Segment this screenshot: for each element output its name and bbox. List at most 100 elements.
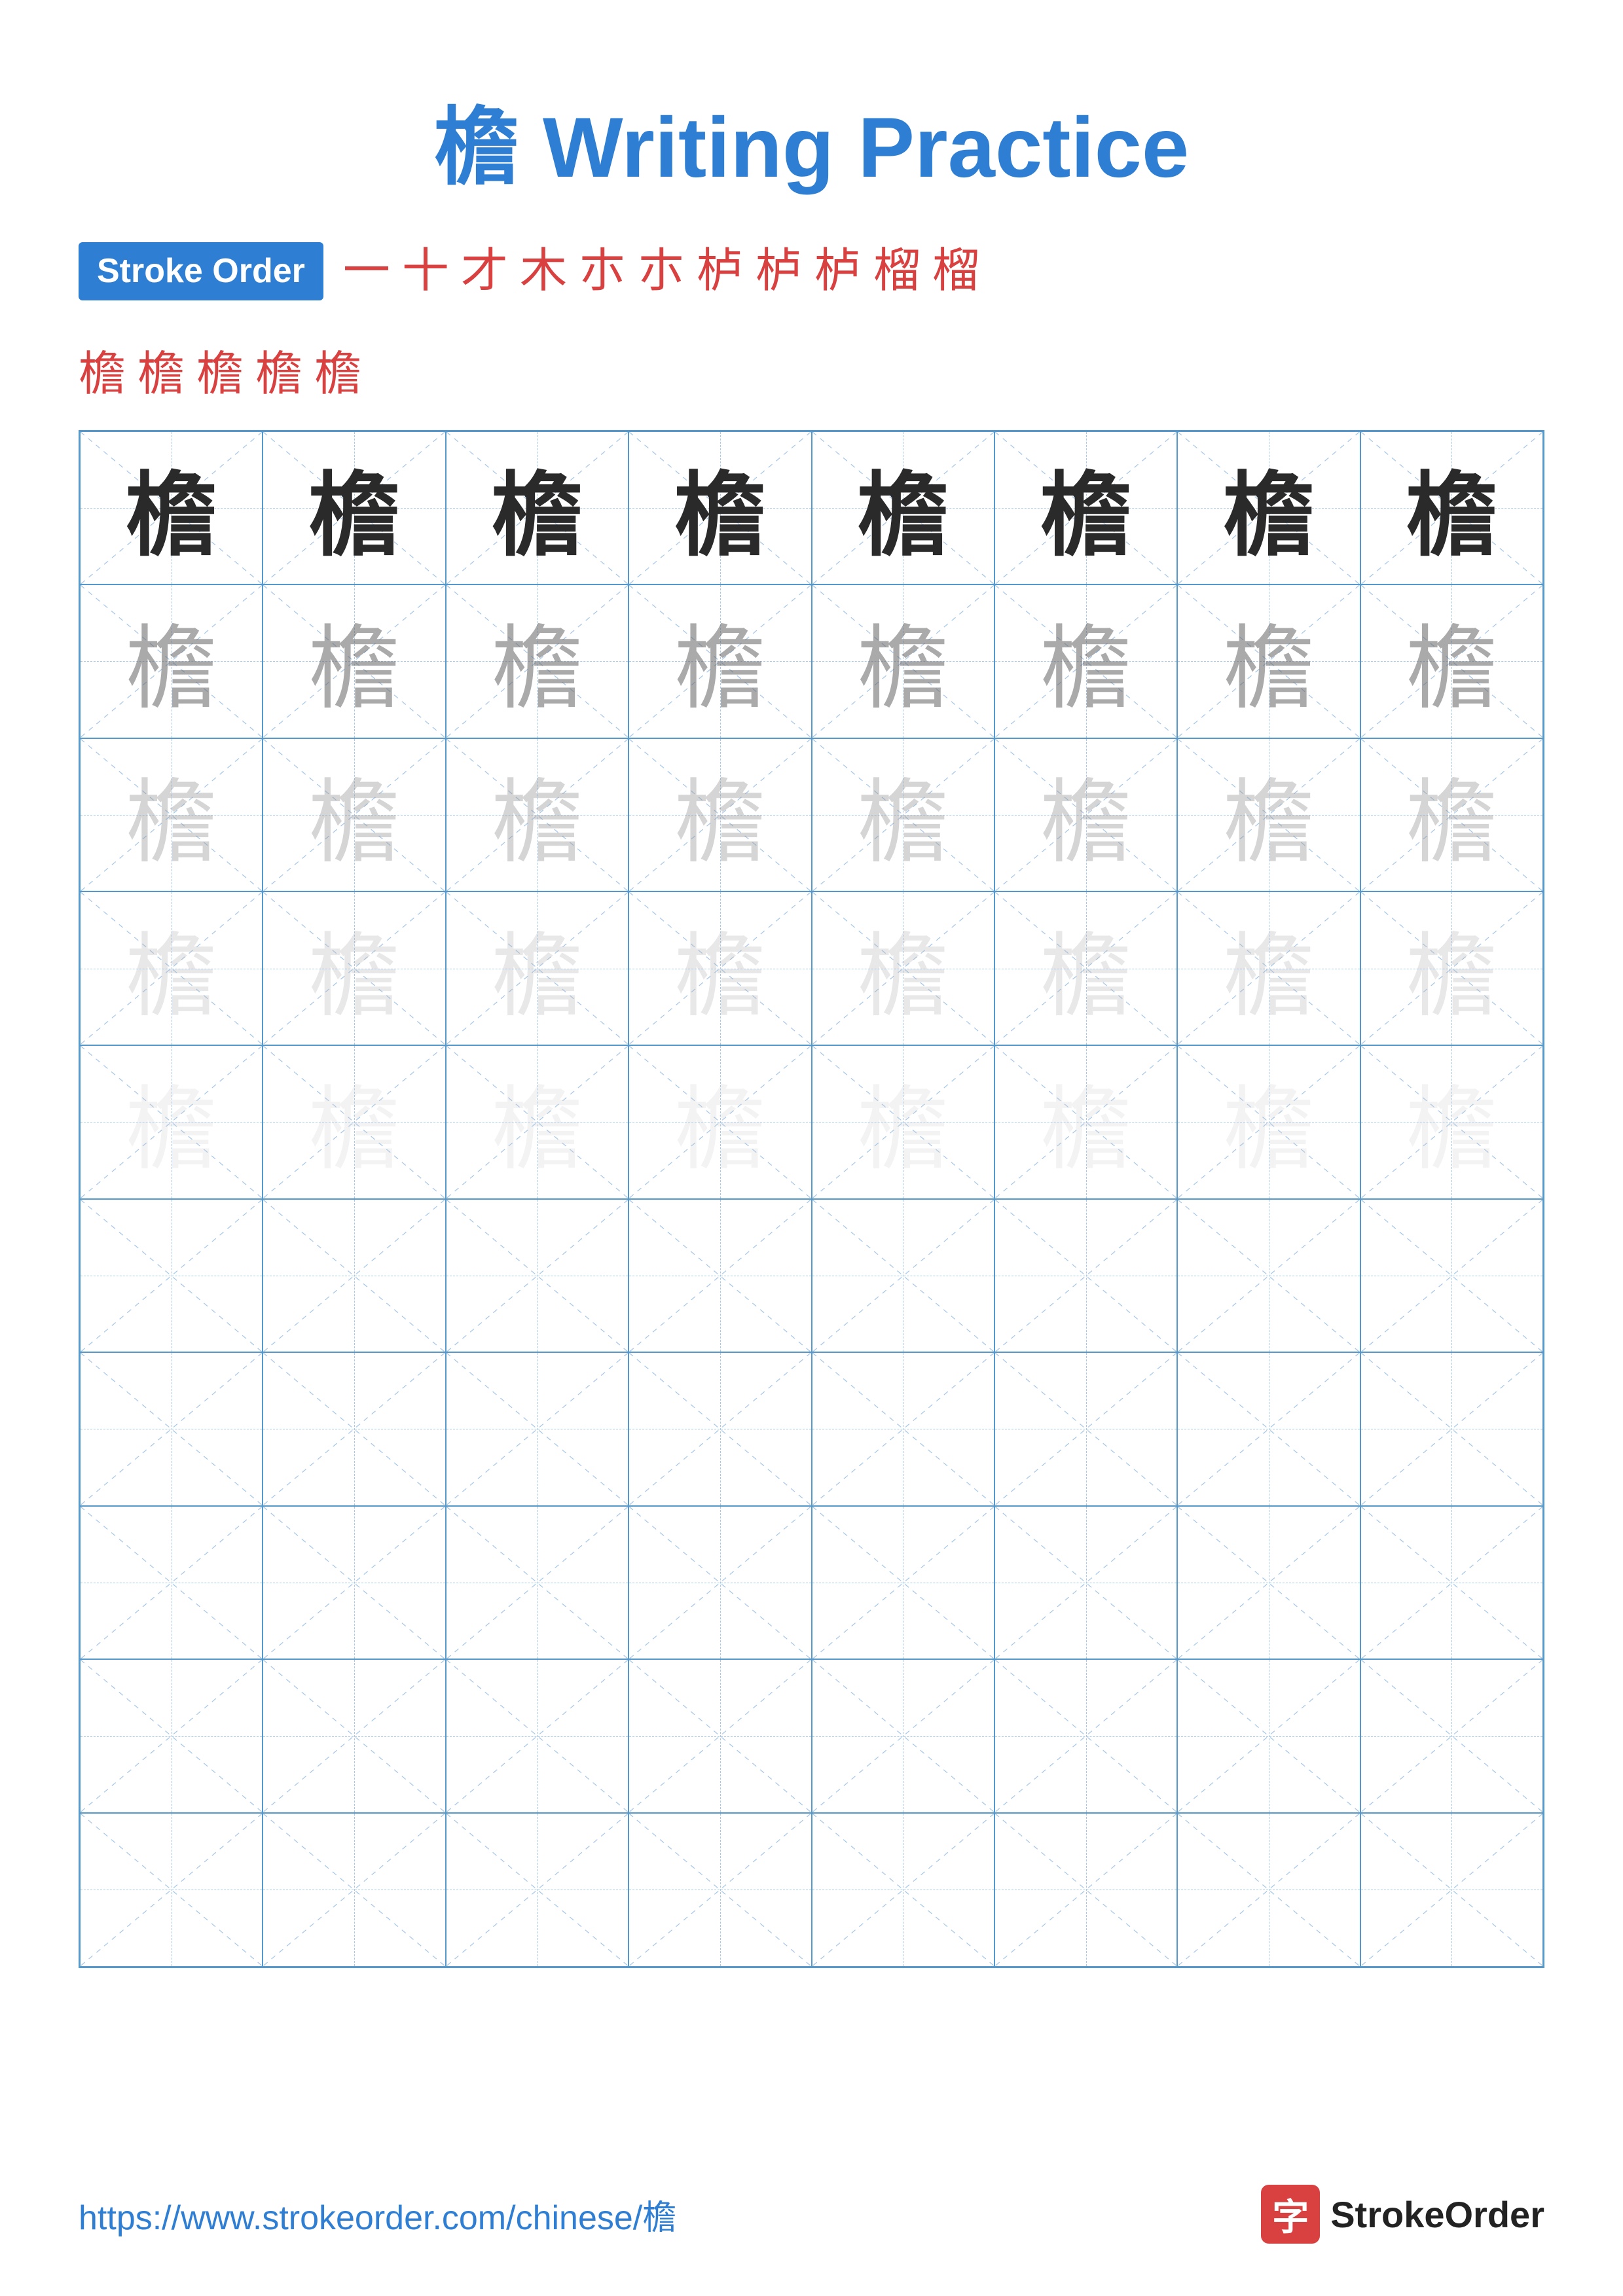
grid-cell-1-2[interactable]: 檐 <box>446 584 629 738</box>
grid-cell-9-0[interactable] <box>80 1813 263 1967</box>
grid-cell-9-2[interactable] <box>446 1813 629 1967</box>
practice-char-3-5: 檐 <box>1040 903 1132 1035</box>
grid-cell-6-5[interactable] <box>994 1352 1177 1506</box>
practice-char-4-6: 檐 <box>1223 1056 1315 1188</box>
grid-cell-1-1[interactable]: 檐 <box>263 584 445 738</box>
grid-cell-9-6[interactable] <box>1177 1813 1360 1967</box>
grid-cell-5-1[interactable] <box>263 1199 445 1353</box>
stroke-order-section: Stroke Order 一 十 才 木 朩 朩 栌 栌 栌 榴 榴 <box>79 241 1544 302</box>
practice-char-2-7: 檐 <box>1406 749 1497 881</box>
grid-cell-8-4[interactable] <box>812 1659 994 1813</box>
stroke-order-row2: 檐 檐 檐 檐 檐 <box>79 335 1544 404</box>
grid-cell-3-4[interactable]: 檐 <box>812 891 994 1045</box>
practice-char-4-3: 檐 <box>674 1056 766 1188</box>
grid-cell-5-7[interactable] <box>1360 1199 1543 1353</box>
grid-cell-6-4[interactable] <box>812 1352 994 1506</box>
grid-cell-0-2[interactable]: 檐 <box>446 431 629 585</box>
grid-cell-8-0[interactable] <box>80 1659 263 1813</box>
practice-char-2-0: 檐 <box>126 749 217 881</box>
grid-cell-0-7[interactable]: 檐 <box>1360 431 1543 585</box>
grid-cell-5-0[interactable] <box>80 1199 263 1353</box>
grid-cell-7-7[interactable] <box>1360 1506 1543 1660</box>
practice-char-0-4: 檐 <box>857 442 949 574</box>
grid-cell-7-2[interactable] <box>446 1506 629 1660</box>
practice-char-2-1: 檐 <box>308 749 400 881</box>
grid-cell-6-7[interactable] <box>1360 1352 1543 1506</box>
grid-cell-2-1[interactable]: 檐 <box>263 738 445 892</box>
grid-cell-2-5[interactable]: 檐 <box>994 738 1177 892</box>
practice-char-4-1: 檐 <box>308 1056 400 1188</box>
grid-cell-5-3[interactable] <box>629 1199 811 1353</box>
grid-cell-9-4[interactable] <box>812 1813 994 1967</box>
grid-cell-0-3[interactable]: 檐 <box>629 431 811 585</box>
grid-cell-6-1[interactable] <box>263 1352 445 1506</box>
grid-cell-3-2[interactable]: 檐 <box>446 891 629 1045</box>
grid-cell-2-4[interactable]: 檐 <box>812 738 994 892</box>
grid-cell-6-0[interactable] <box>80 1352 263 1506</box>
grid-cell-6-2[interactable] <box>446 1352 629 1506</box>
grid-cell-7-0[interactable] <box>80 1506 263 1660</box>
grid-cell-1-0[interactable]: 檐 <box>80 584 263 738</box>
stroke-r2-2: 檐 <box>137 335 185 404</box>
grid-cell-8-6[interactable] <box>1177 1659 1360 1813</box>
stroke-6: 朩 <box>638 241 685 302</box>
grid-cell-7-6[interactable] <box>1177 1506 1360 1660</box>
grid-cell-7-4[interactable] <box>812 1506 994 1660</box>
grid-cell-2-3[interactable]: 檐 <box>629 738 811 892</box>
grid-cell-4-5[interactable]: 檐 <box>994 1045 1177 1199</box>
grid-cell-3-3[interactable]: 檐 <box>629 891 811 1045</box>
grid-cell-0-1[interactable]: 檐 <box>263 431 445 585</box>
grid-cell-4-6[interactable]: 檐 <box>1177 1045 1360 1199</box>
grid-cell-8-2[interactable] <box>446 1659 629 1813</box>
grid-cell-5-2[interactable] <box>446 1199 629 1353</box>
grid-cell-5-4[interactable] <box>812 1199 994 1353</box>
grid-cell-6-6[interactable] <box>1177 1352 1360 1506</box>
grid-cell-3-0[interactable]: 檐 <box>80 891 263 1045</box>
grid-cell-5-5[interactable] <box>994 1199 1177 1353</box>
grid-cell-8-1[interactable] <box>263 1659 445 1813</box>
grid-cell-0-5[interactable]: 檐 <box>994 431 1177 585</box>
practice-char-0-5: 檐 <box>1040 442 1132 574</box>
grid-cell-1-6[interactable]: 檐 <box>1177 584 1360 738</box>
grid-cell-0-4[interactable]: 檐 <box>812 431 994 585</box>
grid-cell-3-7[interactable]: 檐 <box>1360 891 1543 1045</box>
grid-cell-4-0[interactable]: 檐 <box>80 1045 263 1199</box>
grid-cell-4-7[interactable]: 檐 <box>1360 1045 1543 1199</box>
stroke-10: 榴 <box>873 241 921 302</box>
grid-cell-2-6[interactable]: 檐 <box>1177 738 1360 892</box>
grid-cell-2-7[interactable]: 檐 <box>1360 738 1543 892</box>
grid-cell-4-1[interactable]: 檐 <box>263 1045 445 1199</box>
grid-cell-9-5[interactable] <box>994 1813 1177 1967</box>
grid-cell-7-1[interactable] <box>263 1506 445 1660</box>
grid-cell-4-4[interactable]: 檐 <box>812 1045 994 1199</box>
stroke-3: 才 <box>461 241 508 302</box>
practice-char-0-7: 檐 <box>1406 442 1497 574</box>
grid-cell-8-3[interactable] <box>629 1659 811 1813</box>
practice-char-1-4: 檐 <box>857 595 949 727</box>
grid-cell-9-1[interactable] <box>263 1813 445 1967</box>
grid-cell-4-2[interactable]: 檐 <box>446 1045 629 1199</box>
grid-cell-2-0[interactable]: 檐 <box>80 738 263 892</box>
grid-cell-3-5[interactable]: 檐 <box>994 891 1177 1045</box>
grid-cell-4-3[interactable]: 檐 <box>629 1045 811 1199</box>
grid-cell-0-6[interactable]: 檐 <box>1177 431 1360 585</box>
grid-cell-3-6[interactable]: 檐 <box>1177 891 1360 1045</box>
stroke-8: 栌 <box>756 241 803 302</box>
grid-cell-1-7[interactable]: 檐 <box>1360 584 1543 738</box>
grid-cell-6-3[interactable] <box>629 1352 811 1506</box>
grid-cell-3-1[interactable]: 檐 <box>263 891 445 1045</box>
grid-cell-7-5[interactable] <box>994 1506 1177 1660</box>
grid-cell-1-4[interactable]: 檐 <box>812 584 994 738</box>
practice-char-4-7: 檐 <box>1406 1056 1497 1188</box>
grid-cell-5-6[interactable] <box>1177 1199 1360 1353</box>
grid-cell-7-3[interactable] <box>629 1506 811 1660</box>
grid-cell-9-3[interactable] <box>629 1813 811 1967</box>
grid-cell-8-5[interactable] <box>994 1659 1177 1813</box>
grid-cell-0-0[interactable]: 檐 <box>80 431 263 585</box>
grid-cell-9-7[interactable] <box>1360 1813 1543 1967</box>
grid-cell-2-2[interactable]: 檐 <box>446 738 629 892</box>
practice-char-0-0: 檐 <box>126 442 217 574</box>
grid-cell-8-7[interactable] <box>1360 1659 1543 1813</box>
grid-cell-1-5[interactable]: 檐 <box>994 584 1177 738</box>
grid-cell-1-3[interactable]: 檐 <box>629 584 811 738</box>
